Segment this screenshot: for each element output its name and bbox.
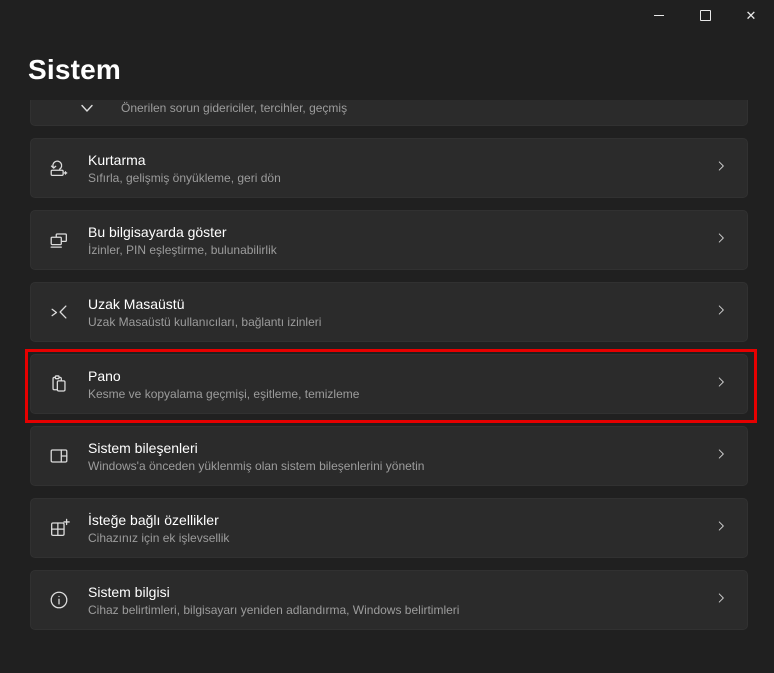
- list-item-troubleshoot-partial[interactable]: Önerilen sorun gidericiler, tercihler, g…: [30, 100, 748, 126]
- chevron-right-icon: [714, 519, 728, 538]
- settings-list: Önerilen sorun gidericiler, tercihler, g…: [0, 100, 774, 673]
- info-icon: [48, 589, 70, 611]
- list-item-subtitle: Cihaz belirtimleri, bilgisayarı yeniden …: [88, 602, 460, 617]
- list-item-subtitle: Sıfırla, gelişmiş önyükleme, geri dön: [88, 170, 281, 185]
- list-item-system-components[interactable]: Sistem bileşenleri Windows'a önceden yük…: [30, 426, 748, 486]
- chevron-right-icon: [714, 303, 728, 322]
- list-item-title: Sistem bilgisi: [88, 583, 170, 600]
- clipboard-icon: [48, 373, 70, 395]
- optional-features-icon: [48, 517, 70, 539]
- list-item-remote-desktop[interactable]: Uzak Masaüstü Uzak Masaüstü kullanıcılar…: [30, 282, 748, 342]
- list-item-about[interactable]: Sistem bilgisi Cihaz belirtimleri, bilgi…: [30, 570, 748, 630]
- list-item-optional-features[interactable]: İsteğe bağlı özellikler Cihazınız için e…: [30, 498, 748, 558]
- system-components-icon: [48, 445, 70, 467]
- chevron-right-icon: [714, 591, 728, 610]
- maximize-icon: [699, 9, 711, 21]
- list-item-title: Uzak Masaüstü: [88, 295, 185, 312]
- list-item-recovery[interactable]: Kurtarma Sıfırla, gelişmiş önyükleme, ge…: [30, 138, 748, 198]
- list-item-title: İsteğe bağlı özellikler: [88, 511, 219, 528]
- list-item-title: Bu bilgisayarda göster: [88, 223, 227, 240]
- titlebar: ✕: [0, 0, 774, 32]
- close-button[interactable]: ✕: [728, 0, 774, 30]
- list-item-subtitle: Cihazınız için ek işlevsellik: [88, 530, 230, 545]
- chevron-right-icon: [714, 159, 728, 178]
- page-title: Sistem: [28, 54, 122, 85]
- chevron-right-icon: [714, 375, 728, 394]
- close-icon: ✕: [745, 7, 757, 23]
- remote-desktop-icon: [48, 301, 70, 323]
- list-item-title: Kurtarma: [88, 151, 146, 168]
- project-to-pc-icon: [48, 229, 70, 251]
- list-item-subtitle: Windows'a önceden yüklenmiş olan sistem …: [88, 458, 425, 473]
- list-item-clipboard[interactable]: Pano Kesme ve kopyalama geçmişi, eşitlem…: [30, 354, 748, 414]
- list-item-subtitle: Önerilen sorun gidericiler, tercihler, g…: [121, 101, 348, 115]
- list-item-projecting-to-this-pc[interactable]: Bu bilgisayarda göster İzinler, PIN eşle…: [30, 210, 748, 270]
- list-item-title: Pano: [88, 367, 121, 384]
- minimize-button[interactable]: [636, 0, 682, 30]
- list-item-subtitle: İzinler, PIN eşleştirme, bulunabilirlik: [88, 242, 277, 257]
- list-item-subtitle: Kesme ve kopyalama geçmişi, eşitleme, te…: [88, 386, 360, 401]
- chevron-right-icon: [714, 231, 728, 250]
- recovery-icon: [48, 157, 70, 179]
- list-item-subtitle: Uzak Masaüstü kullanıcıları, bağlantı iz…: [88, 314, 322, 329]
- maximize-button[interactable]: [682, 0, 728, 30]
- chevron-right-icon: [714, 447, 728, 466]
- list-item-title: Sistem bileşenleri: [88, 439, 198, 456]
- minimize-icon: [654, 14, 664, 16]
- chevron-down-icon: [80, 100, 94, 118]
